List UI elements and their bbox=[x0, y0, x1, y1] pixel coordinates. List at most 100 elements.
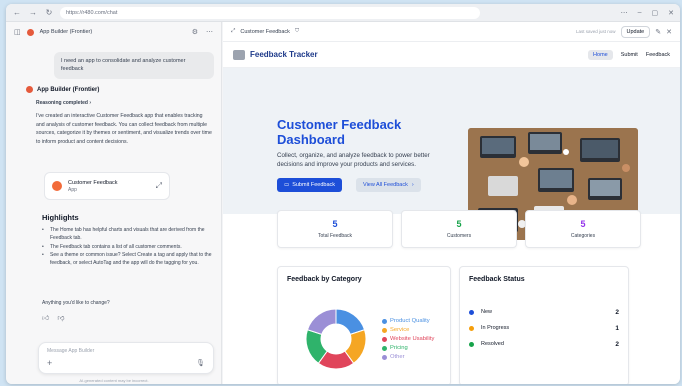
microphone-icon[interactable]: 🎙︎ bbox=[196, 359, 205, 367]
user-message: I need an app to consolidate and analyze… bbox=[54, 52, 214, 79]
expand-icon[interactable]: ⤢ bbox=[156, 181, 162, 191]
status-dot-icon bbox=[469, 341, 474, 347]
status-row-new: New 2 bbox=[469, 307, 619, 317]
bot-avatar-icon bbox=[26, 86, 33, 93]
legend-label: Website Usability bbox=[390, 335, 435, 342]
more-options-icon[interactable]: ⋯ bbox=[206, 28, 213, 36]
url-text: https://r480.com/chat bbox=[66, 9, 118, 16]
highlight-item: The Feedback tab contains a list of all … bbox=[42, 243, 214, 252]
add-attachment-icon[interactable]: + bbox=[47, 358, 52, 368]
view-all-feedback-button[interactable]: View All Feedback › bbox=[356, 178, 421, 192]
status-panel: Feedback Status New 2 In Progress 1 Reso… bbox=[459, 266, 629, 384]
message-placeholder: Message App Builder bbox=[47, 348, 95, 354]
status-dot-icon bbox=[469, 325, 474, 331]
stats-row: 5 Total Feedback 5 Customers 5 Categorie… bbox=[277, 210, 641, 248]
chat-header: ◫ App Builder (Frontier) ⚙ ⋯ bbox=[6, 22, 221, 42]
bot-name: App Builder (Frontier) bbox=[37, 86, 100, 93]
hero-title: Customer Feedback Dashboard bbox=[277, 117, 402, 147]
hero-section: Customer Feedback Dashboard Collect, org… bbox=[223, 68, 680, 240]
reasoning-label: Reasoning completed bbox=[36, 100, 88, 106]
stat-value: 5 bbox=[332, 219, 338, 229]
back-icon[interactable]: ← bbox=[12, 8, 22, 17]
chevron-right-icon: › bbox=[89, 100, 92, 106]
nav-home[interactable]: Home bbox=[588, 49, 613, 60]
address-bar[interactable]: https://r480.com/chat bbox=[60, 6, 480, 19]
reasoning-toggle[interactable]: Reasoning completed › bbox=[36, 100, 91, 106]
message-input[interactable]: Message App Builder + 🎙︎ bbox=[38, 342, 214, 374]
category-chart-panel: Feedback by Category Product Quality Serv… bbox=[277, 266, 451, 384]
status-row-in-progress: In Progress 1 bbox=[469, 323, 619, 333]
preview-tab-title: Customer Feedback bbox=[240, 28, 290, 35]
chat-app-name[interactable]: App Builder (Frontier) bbox=[40, 29, 93, 35]
stat-label: Total Feedback bbox=[318, 233, 352, 239]
app-card[interactable]: Customer Feedback App ⤢ bbox=[44, 172, 170, 200]
submit-feedback-button[interactable]: ▭ Submit Feedback bbox=[277, 178, 343, 192]
app-preview-pane: ⤢ Customer Feedback ⛉ Last saved just no… bbox=[223, 22, 680, 384]
legend-label: Pricing bbox=[390, 344, 408, 351]
status-label: In Progress bbox=[481, 325, 510, 331]
legend-swatch bbox=[382, 354, 387, 360]
app-card-subtitle: App bbox=[68, 186, 77, 193]
status-count: 2 bbox=[615, 308, 619, 316]
saved-status: Last saved just now bbox=[575, 29, 616, 34]
app-builder-logo-icon bbox=[26, 28, 34, 36]
status-label: Resolved bbox=[481, 341, 504, 347]
legend-label: Other bbox=[390, 353, 405, 360]
expand-preview-icon[interactable]: ⤢ bbox=[231, 28, 235, 35]
thumbs-down-icon[interactable]: 👎︎ bbox=[57, 313, 64, 322]
edit-icon[interactable]: ✎ bbox=[655, 28, 661, 36]
chart-legend: Product Quality Service Website Usability P… bbox=[382, 317, 434, 362]
more-icon[interactable]: ⋯ bbox=[621, 9, 628, 17]
brand-name[interactable]: Feedback Tracker bbox=[250, 50, 318, 59]
legend-item[interactable]: Other bbox=[382, 353, 434, 362]
stat-card-categories: 5 Categories bbox=[525, 210, 641, 248]
status-dot-icon bbox=[469, 309, 474, 315]
view-all-label: View All Feedback bbox=[363, 182, 408, 188]
nav-feedback[interactable]: Feedback bbox=[646, 52, 670, 58]
forward-icon[interactable]: → bbox=[28, 8, 38, 17]
stat-label: Customers bbox=[446, 233, 472, 239]
highlight-item: See a theme or common issue? Select Crea… bbox=[42, 251, 214, 268]
category-donut-chart bbox=[305, 308, 367, 370]
feedback-icons: 👍︎ 👎︎ bbox=[42, 313, 64, 322]
app-icon bbox=[52, 181, 62, 191]
app-card-title: Customer Feedback bbox=[68, 179, 118, 186]
legend-label: Service bbox=[390, 326, 410, 333]
pie-slice-other[interactable] bbox=[306, 308, 337, 335]
pie-slice-product-quality[interactable] bbox=[335, 308, 366, 335]
disclaimer: AI-generated content may be incorrect. bbox=[79, 378, 149, 383]
legend-swatch bbox=[382, 336, 387, 342]
brand-logo-icon bbox=[233, 49, 245, 60]
legend-item[interactable]: Product Quality bbox=[382, 317, 434, 326]
browser-toolbar: ← → ↻ https://r480.com/chat ⋯ – ▢ ✕ bbox=[6, 4, 680, 22]
highlight-item: The Home tab has helpful charts and visu… bbox=[42, 226, 214, 243]
stat-label: Categories bbox=[570, 233, 596, 239]
status-title: Feedback Status bbox=[469, 276, 525, 283]
nav-submit[interactable]: Submit bbox=[621, 52, 638, 58]
close-icon[interactable]: ✕ bbox=[668, 9, 674, 17]
settings-icon[interactable]: ⚙ bbox=[192, 28, 198, 36]
maximize-icon[interactable]: ▢ bbox=[652, 9, 659, 17]
arrow-right-icon: › bbox=[411, 182, 414, 188]
category-chart-title: Feedback by Category bbox=[287, 276, 362, 283]
close-preview-icon[interactable]: ✕ bbox=[666, 28, 672, 36]
preview-header: ⤢ Customer Feedback ⛉ Last saved just no… bbox=[223, 22, 680, 42]
status-count: 1 bbox=[615, 324, 619, 332]
legend-swatch bbox=[382, 318, 387, 324]
stat-card-customers: 5 Customers bbox=[401, 210, 517, 248]
legend-item[interactable]: Website Usability bbox=[382, 335, 434, 344]
shield-icon: ⛉ bbox=[294, 28, 300, 34]
reload-icon[interactable]: ↻ bbox=[44, 8, 54, 17]
bot-header: App Builder (Frontier) bbox=[26, 86, 99, 93]
sidebar-toggle-icon[interactable]: ◫ bbox=[14, 28, 21, 36]
status-count: 2 bbox=[615, 340, 619, 348]
legend-item[interactable]: Service bbox=[382, 326, 434, 335]
stat-value: 5 bbox=[580, 219, 586, 229]
update-button[interactable]: Update bbox=[620, 25, 651, 38]
thumbs-up-icon[interactable]: 👍︎ bbox=[42, 313, 49, 322]
minimize-icon[interactable]: – bbox=[638, 9, 642, 17]
legend-label: Product Quality bbox=[390, 318, 430, 324]
legend-item[interactable]: Pricing bbox=[382, 344, 434, 353]
browser-window: ← → ↻ https://r480.com/chat ⋯ – ▢ ✕ ◫ Ap… bbox=[6, 4, 680, 384]
follow-up-prompt: Anything you'd like to change? bbox=[42, 300, 110, 306]
